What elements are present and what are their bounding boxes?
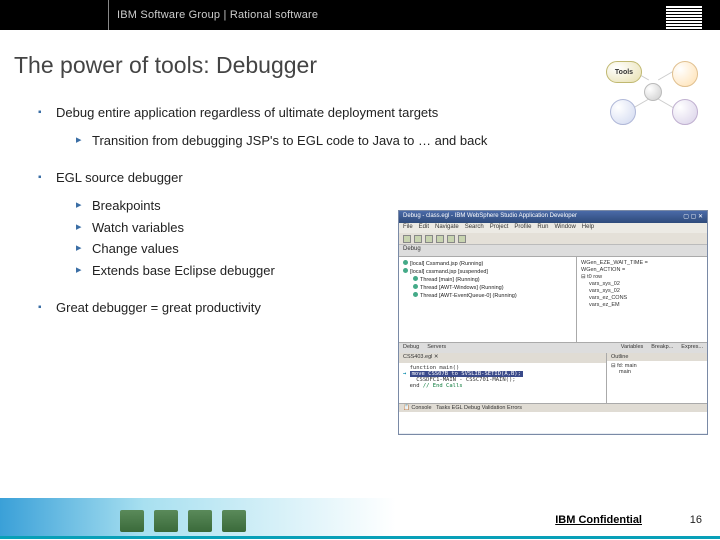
window-controls-icon: ▢ ▢ ✕: [683, 213, 703, 221]
slide-footer: IBM Confidential 16: [0, 498, 720, 540]
footer-accent-line: [0, 536, 720, 539]
footer-graphic-icon: [188, 510, 212, 532]
confidential-label: IBM Confidential: [555, 514, 642, 526]
toolbar-icon: [403, 235, 411, 243]
footer-graphic-icon: [222, 510, 246, 532]
sub-bullet-item: Transition from debugging JSP's to EGL c…: [76, 133, 720, 150]
outline-pane: Outline ⊟ fd: main main: [607, 353, 707, 403]
header-text: IBM Software Group | Rational software: [109, 9, 318, 21]
bullet-text: Great debugger = great productivity: [56, 300, 261, 315]
menubar: FileEditNavigate SearchProjectProfile Ru…: [399, 223, 707, 233]
header-divider: [0, 0, 109, 30]
ide-screenshot: Debug - class.egl - IBM WebSphere Studio…: [398, 210, 708, 435]
bullet-text: EGL source debugger: [56, 170, 183, 185]
header-bar: IBM Software Group | Rational software: [0, 0, 720, 30]
hub-icon: [644, 83, 662, 101]
orb-icon: [672, 61, 698, 87]
editor-pane: CSS403.egl ✕ function main() → move CSS0…: [399, 353, 607, 403]
threads-pane: [local] Cssmand.jsp (Running) [local] cs…: [399, 257, 577, 342]
pane-tabs: DebugServers Variables Breakp...Expres..…: [399, 342, 707, 353]
toolbar: [399, 233, 707, 245]
bullet-text: Debug entire application regardless of u…: [56, 105, 438, 120]
bullet-item: Debug entire application regardless of u…: [38, 105, 720, 150]
variables-pane: WGen_EZE_WAIT_TIME = WGen_ACTION = ⊟ t0 …: [577, 257, 707, 342]
footer-icons: [120, 510, 246, 532]
window-titlebar: Debug - class.egl - IBM WebSphere Studio…: [399, 211, 707, 223]
footer-graphic-icon: [154, 510, 178, 532]
window-title: Debug - class.egl - IBM WebSphere Studio…: [403, 213, 577, 221]
console-pane: 📋 Console Tasks EGL Debug Validation Err…: [399, 403, 707, 433]
ibm-logo-icon: [666, 6, 702, 29]
tools-orb: Tools: [606, 61, 642, 83]
debug-view-tab: Debug: [399, 245, 707, 257]
page-number: 16: [690, 514, 702, 526]
footer-graphic-icon: [120, 510, 144, 532]
